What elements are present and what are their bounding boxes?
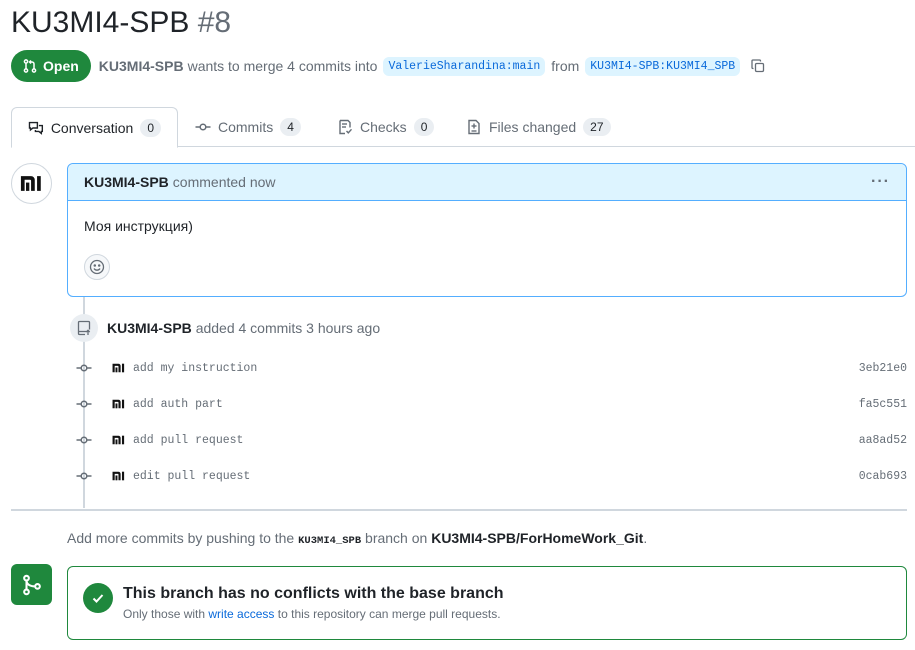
hint-suffix: . [643,530,648,546]
commit-message-link[interactable]: add pull request [133,434,243,447]
commit-message-link[interactable]: add my instruction [133,362,257,375]
push-event-desc: added 4 commits 3 hours ago [195,320,381,336]
tab-counter: 27 [583,118,611,136]
tab-counter: 4 [280,118,301,136]
git-commit-icon [74,394,94,414]
pr-title-text: KU3MI4-SPB [11,6,190,39]
comment-body: Моя инструкция) [84,218,193,234]
push-event-badge [70,314,98,342]
comment-box: KU3MI4-SPB commented now ··· Моя инструк… [67,163,907,297]
repo-push-icon [77,320,91,336]
smiley-icon [89,259,105,275]
tab-counter: 0 [140,118,161,137]
commit-message-link[interactable]: edit pull request [133,470,250,483]
tab-checks[interactable]: Checks 0 [321,107,450,147]
add-reaction-button[interactable] [84,254,110,280]
tab-label: Checks [360,119,407,135]
pr-meta: Open KU3MI4-SPB wants to merge 4 commits… [11,50,766,82]
copy-icon[interactable] [750,58,766,74]
tab-commits[interactable]: Commits 4 [179,107,317,147]
merge-status-subtitle: Only those with write access to this rep… [123,607,501,621]
timeline-divider [11,509,907,511]
state-badge: Open [11,50,91,82]
commit-sha-link[interactable]: 3eb21e0 [859,362,907,375]
git-commit-icon [74,430,94,450]
push-author-link[interactable]: KU3MI4-SPB [107,320,192,336]
merge-status-title: This branch has no conflicts with the ba… [123,585,504,602]
tab-counter: 0 [413,118,435,136]
tab-conversation[interactable]: Conversation 0 [11,107,178,148]
push-hint: Add more commits by pushing to the KU3MI… [67,530,647,547]
base-branch[interactable]: ValerieSharandina:main [383,56,546,76]
tab-files-changed[interactable]: Files changed 27 [450,107,627,147]
commit-row: add my instruction 3eb21e0 [74,358,907,378]
commit-row: edit pull request 0cab693 [74,466,907,486]
git-pull-request-icon [23,59,37,73]
tab-label: Files changed [489,119,577,135]
commit-sha-link[interactable]: aa8ad52 [859,434,907,447]
file-diff-icon [468,119,480,135]
commit-row: add auth part fa5c551 [74,394,907,414]
merge-status-box: This branch has no conflicts with the ba… [67,566,907,640]
from-text: from [551,58,580,74]
git-commit-icon [195,123,211,131]
hint-middle: branch on [365,530,428,546]
merge-status-icon [11,564,52,605]
commit-sha-link[interactable]: 0cab693 [859,470,907,483]
git-merge-icon [22,574,41,595]
state-label: Open [43,58,79,74]
pr-author-link[interactable]: KU3MI4-SPB [99,58,184,74]
comment-discussion-icon [28,121,44,135]
checklist-icon [339,119,353,135]
pr-number: #8 [197,6,232,39]
commit-sha-link[interactable]: fa5c551 [859,398,907,411]
commit-message-link[interactable]: add auth part [133,398,223,411]
mi-logo-icon[interactable] [112,433,126,447]
hint-repo-link[interactable]: KU3MI4-SPB/ForHomeWork_Git [431,530,643,546]
hint-prefix: Add more commits by pushing to the [67,530,295,546]
hint-branch: KU3MI4_SPB [298,535,362,547]
pr-tabs: Conversation 0 Commits 4 Checks 0 Files … [11,107,915,148]
write-access-link[interactable]: write access [208,607,274,621]
commit-row: add pull request aa8ad52 [74,430,907,450]
avatar[interactable] [11,163,52,204]
git-commit-icon [74,466,94,486]
merge-sub-prefix: Only those with [123,607,206,621]
comment-meta[interactable]: commented now [173,174,276,190]
pr-action-text: wants to merge 4 commits into [187,58,378,74]
mi-logo-icon [20,176,41,191]
merge-sub-suffix: to this repository can merge pull reques… [277,607,501,621]
comment-author-link[interactable]: KU3MI4-SPB [84,174,169,190]
tab-label: Commits [218,119,274,135]
pr-title: KU3MI4-SPB #8 [11,6,231,40]
mi-logo-icon[interactable] [112,361,126,375]
comment-header: KU3MI4-SPB commented now ··· [68,164,906,201]
mi-logo-icon[interactable] [112,397,126,411]
mi-logo-icon[interactable] [112,469,126,483]
head-branch[interactable]: KU3MI4-SPB:KU3MI4_SPB [585,56,741,76]
check-circle-icon [83,583,113,613]
kebab-menu-icon[interactable]: ··· [871,173,890,191]
push-event-text: KU3MI4-SPB added 4 commits 3 hours ago [107,320,380,336]
git-commit-icon [74,358,94,378]
tab-label: Conversation [50,119,134,136]
